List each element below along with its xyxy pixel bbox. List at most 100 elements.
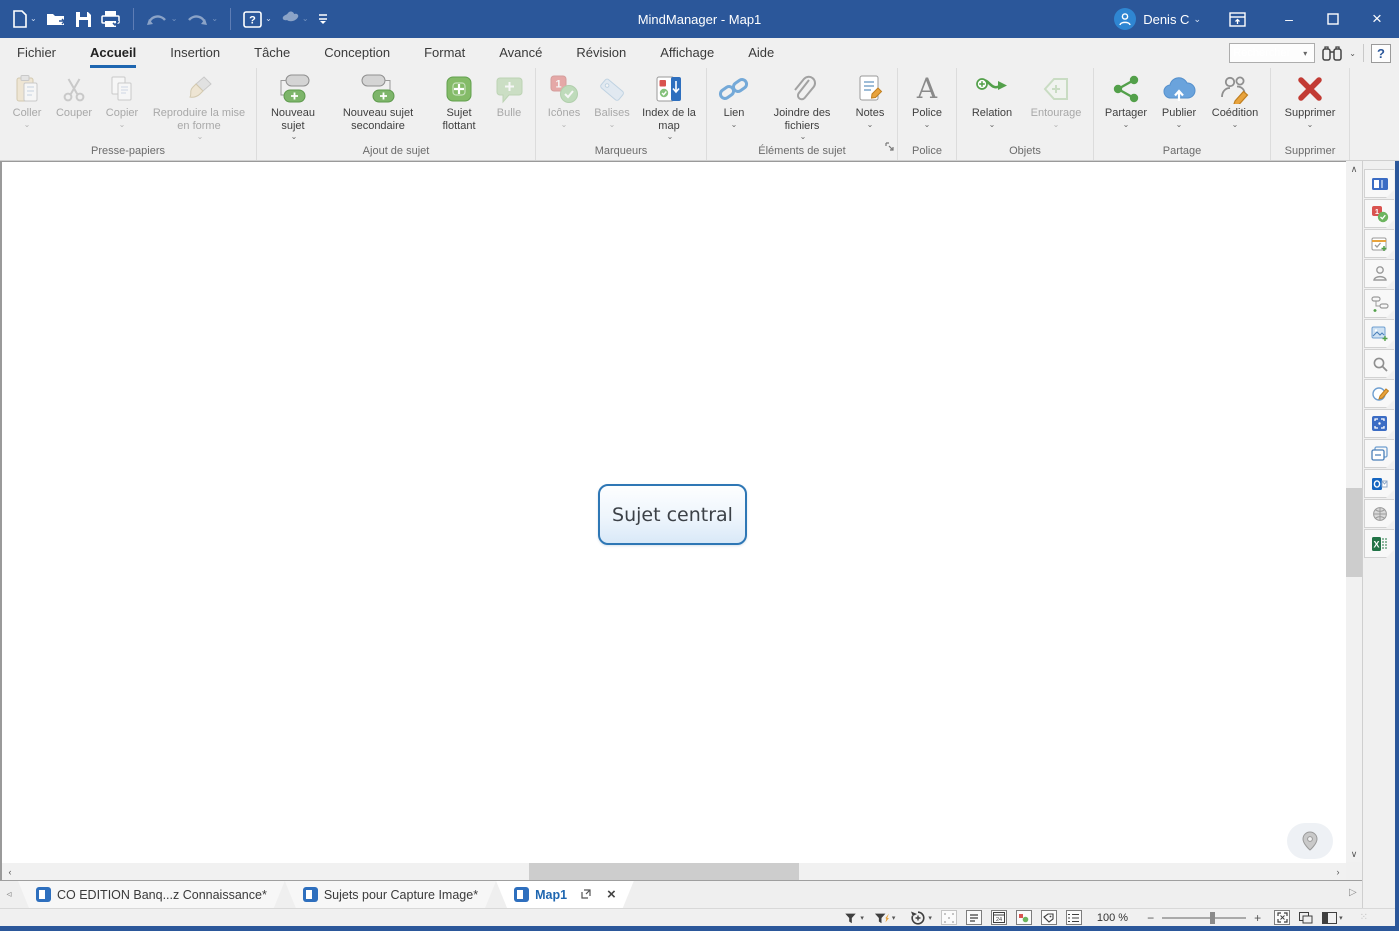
zoom-out-button[interactable]: − (1147, 913, 1154, 923)
zoom-slider-thumb[interactable] (1210, 912, 1215, 924)
search-input[interactable] (1233, 47, 1303, 59)
zoom-slider-track[interactable] (1162, 917, 1246, 919)
vertical-scrollbar[interactable]: ∧ ∨ (1346, 161, 1362, 862)
sidebar-image-library[interactable] (1364, 319, 1394, 348)
joindre-des-fichiers-button[interactable]: Joindre des fichiers⌄ (757, 69, 847, 141)
publier-button[interactable]: Publier ⌄ (1154, 69, 1204, 129)
sidebar-analysis[interactable] (1364, 379, 1394, 408)
police-button[interactable]: A Police ⌄ (902, 69, 952, 129)
resize-grip[interactable]: ⁙ (1360, 912, 1369, 923)
scroll-left-icon[interactable]: ‹ (2, 863, 18, 880)
icones-button[interactable]: 1 Icônes ⌄ (540, 69, 588, 129)
sidebar-outlook[interactable] (1364, 469, 1394, 498)
coller-button[interactable]: Coller ⌄ (4, 69, 50, 129)
tab-insertion[interactable]: Insertion (170, 39, 220, 68)
horizontal-scrollbar-thumb[interactable] (529, 863, 799, 880)
panel-toggle-button[interactable]: ▾ (1322, 912, 1343, 924)
svg-text:?: ? (249, 14, 256, 26)
tab-tache[interactable]: Tâche (254, 39, 290, 68)
tab-scroll-left-icon[interactable]: ◃ (0, 881, 18, 908)
show-tags-button[interactable] (1041, 910, 1057, 925)
tab-affichage[interactable]: Affichage (660, 39, 714, 68)
index-de-la-map-button[interactable]: Index de la map⌄ (636, 69, 702, 141)
undo-button[interactable]: ⌄ (146, 12, 178, 27)
show-notes-button[interactable] (966, 910, 982, 925)
power-filter-button[interactable]: ▾ (873, 911, 896, 925)
filter-button[interactable]: ▾ (843, 911, 864, 925)
user-account-button[interactable]: Denis C (1143, 12, 1189, 27)
lien-button[interactable]: Lien ⌄ (711, 69, 757, 129)
refresh-button[interactable]: ▾ (910, 910, 932, 926)
balises-button[interactable]: Balises ⌄ (588, 69, 636, 129)
central-topic[interactable]: Sujet central (598, 484, 747, 545)
open-button[interactable] (46, 11, 66, 27)
select-mode-button[interactable] (941, 910, 957, 925)
sidebar-task-info[interactable] (1364, 229, 1394, 258)
document-tab-active[interactable]: Map1 × (496, 881, 634, 908)
entourage-button[interactable]: Entourage ⌄ (1023, 69, 1089, 129)
sidebar-excel[interactable]: X (1364, 529, 1394, 558)
couper-button[interactable]: Couper (50, 69, 98, 120)
locate-pin-button[interactable] (1287, 823, 1333, 859)
help-menu-button[interactable]: ? ⌄ (243, 11, 272, 28)
scroll-right-icon[interactable]: › (1330, 863, 1346, 880)
show-task-info-button[interactable]: 24 (991, 910, 1007, 925)
tab-scroll-right-icon[interactable]: ▷ (1349, 887, 1357, 898)
tab-fichier[interactable]: Fichier (17, 39, 56, 68)
maximize-button[interactable] (1311, 0, 1355, 38)
touch-mode-button[interactable]: ⌄ (281, 11, 309, 27)
new-document-button[interactable]: ⌄ (12, 10, 37, 28)
sujet-flottant-button[interactable]: Sujet flottant (431, 69, 487, 132)
bulle-button[interactable]: Bulle (487, 69, 531, 120)
sidebar-web[interactable] (1364, 499, 1394, 528)
redo-button[interactable]: ⌄ (186, 12, 218, 27)
sidebar-map-parts[interactable] (1364, 289, 1394, 318)
ribbon-display-options-button[interactable] (1219, 0, 1255, 38)
tab-accueil[interactable]: Accueil (90, 39, 136, 68)
customize-quick-access-button[interactable] (318, 13, 328, 25)
vertical-scrollbar-thumb[interactable] (1346, 488, 1362, 577)
avatar[interactable] (1114, 8, 1136, 30)
minimize-button[interactable]: – (1267, 0, 1311, 38)
help-button[interactable]: ? (1371, 44, 1391, 63)
sidebar-capture[interactable] (1364, 409, 1394, 438)
search-box[interactable]: ▾ (1229, 43, 1315, 63)
copier-button[interactable]: Copier ⌄ (98, 69, 146, 129)
view-layout-button[interactable] (1299, 912, 1313, 924)
notes-button[interactable]: Notes ⌄ (847, 69, 893, 129)
close-tab-icon[interactable]: × (607, 889, 616, 901)
float-window-icon[interactable] (581, 888, 591, 902)
save-button[interactable] (75, 11, 92, 28)
sidebar-task-panel[interactable] (1364, 169, 1394, 198)
tab-avance[interactable]: Avancé (499, 39, 542, 68)
nouveau-sujet-button[interactable]: Nouveau sujet⌄ (261, 69, 325, 141)
sidebar-file-explorer[interactable] (1364, 439, 1394, 468)
fit-map-button[interactable] (1274, 910, 1290, 925)
tab-conception[interactable]: Conception (324, 39, 390, 68)
show-outline-button[interactable] (1066, 910, 1082, 925)
dialog-launcher-icon[interactable] (885, 138, 894, 156)
document-tab[interactable]: CO EDITION Banq...z Connaissance* (18, 881, 285, 908)
show-markers-button[interactable] (1016, 910, 1032, 925)
scroll-up-icon[interactable]: ∧ (1346, 161, 1362, 177)
sidebar-icon-markers[interactable]: 1 (1364, 199, 1394, 228)
supprimer-button[interactable]: Supprimer ⌄ (1275, 69, 1345, 129)
partager-button[interactable]: Partager ⌄ (1098, 69, 1154, 129)
print-button[interactable] (101, 10, 121, 28)
reproduire-mise-en-forme-button[interactable]: Reproduire la mise en forme⌄ (146, 69, 252, 141)
tab-format[interactable]: Format (424, 39, 465, 68)
zoom-in-button[interactable]: + (1254, 913, 1261, 923)
tab-aide[interactable]: Aide (748, 39, 774, 68)
scroll-down-icon[interactable]: ∨ (1346, 846, 1362, 862)
find-binoculars-icon[interactable] (1322, 45, 1342, 61)
map-canvas[interactable]: Sujet central ‹ › (0, 161, 1346, 880)
horizontal-scrollbar[interactable]: ‹ › (2, 863, 1346, 880)
sidebar-search[interactable] (1364, 349, 1394, 378)
document-tab[interactable]: Sujets pour Capture Image* (285, 881, 496, 908)
sidebar-resources[interactable] (1364, 259, 1394, 288)
close-button[interactable]: × (1355, 0, 1399, 38)
tab-revision[interactable]: Révision (576, 39, 626, 68)
nouveau-sujet-secondaire-button[interactable]: Nouveau sujet secondaire (325, 69, 431, 132)
relation-button[interactable]: Relation ⌄ (961, 69, 1023, 129)
coedition-button[interactable]: Coédition ⌄ (1204, 69, 1266, 129)
